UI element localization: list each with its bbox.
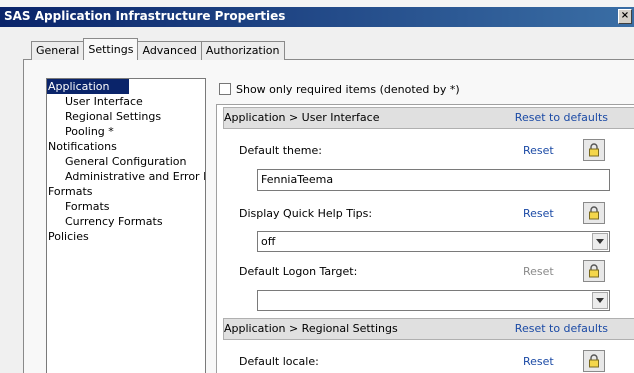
show-required-checkbox[interactable] xyxy=(219,83,231,95)
default-locale-label: Default locale: xyxy=(239,355,319,368)
tree-item-formats[interactable]: Formats xyxy=(47,184,205,199)
chevron-down-icon xyxy=(596,239,604,244)
tree-item-administrative-error[interactable]: Administrative and Error Me xyxy=(47,169,205,184)
window-titlebar[interactable]: SAS Application Infrastructure Propertie… xyxy=(0,7,634,27)
section-title: Application > Regional Settings xyxy=(224,322,398,335)
tree-item-policies[interactable]: Policies xyxy=(47,229,205,244)
quick-help-select[interactable]: off xyxy=(257,231,610,252)
show-required-label: Show only required items (denoted by *) xyxy=(236,82,460,96)
tree-item-notifications[interactable]: Notifications xyxy=(47,139,205,154)
tab-strip: General Settings Advanced Authorization xyxy=(31,38,285,60)
default-locale-lock-button[interactable] xyxy=(583,350,605,372)
default-locale-reset-link[interactable]: Reset xyxy=(523,355,554,368)
tree-item-user-interface[interactable]: User Interface xyxy=(47,94,205,109)
quick-help-lock-button[interactable] xyxy=(583,202,605,224)
tree-item-currency-formats[interactable]: Currency Formats xyxy=(47,214,205,229)
properties-panel: Application > User Interface Reset to de… xyxy=(216,104,634,373)
chevron-down-icon xyxy=(596,298,604,303)
lock-icon xyxy=(589,143,599,157)
tree-item-regional-settings[interactable]: Regional Settings xyxy=(47,109,205,124)
logon-target-dropdown-button[interactable] xyxy=(592,292,608,309)
logon-target-lock-button[interactable] xyxy=(583,260,605,282)
quick-help-reset-link[interactable]: Reset xyxy=(523,207,554,220)
tree-item-general-configuration[interactable]: General Configuration xyxy=(47,154,205,169)
reset-to-defaults-link[interactable]: Reset to defaults xyxy=(515,108,608,128)
logon-target-reset-link[interactable]: Reset xyxy=(523,265,554,278)
close-icon: × xyxy=(620,10,630,21)
lock-icon xyxy=(589,264,599,278)
quick-help-dropdown-button[interactable] xyxy=(592,233,608,250)
default-theme-label: Default theme: xyxy=(239,144,322,157)
close-button[interactable]: × xyxy=(618,9,632,24)
lock-icon xyxy=(589,206,599,220)
settings-tree: Application User Interface Regional Sett… xyxy=(46,78,206,373)
tab-settings[interactable]: Settings xyxy=(83,38,139,60)
lock-icon xyxy=(589,354,599,368)
tab-advanced[interactable]: Advanced xyxy=(137,41,202,60)
window-title: SAS Application Infrastructure Propertie… xyxy=(4,9,286,23)
quick-help-value: off xyxy=(261,235,276,248)
tree-item-formats-child[interactable]: Formats xyxy=(47,199,205,214)
quick-help-label: Display Quick Help Tips: xyxy=(239,207,373,220)
section-header-regional-settings: Application > Regional Settings Reset to… xyxy=(223,318,634,340)
tree-item-application[interactable]: Application xyxy=(47,79,129,94)
section-header-user-interface: Application > User Interface Reset to de… xyxy=(223,107,634,129)
tab-general[interactable]: General xyxy=(31,41,85,60)
show-required-row[interactable]: Show only required items (denoted by *) xyxy=(219,81,460,97)
section-title: Application > User Interface xyxy=(224,111,380,124)
reset-to-defaults-link[interactable]: Reset to defaults xyxy=(515,319,608,339)
logon-target-select[interactable] xyxy=(257,290,610,311)
logon-target-label: Default Logon Target: xyxy=(239,265,358,278)
tree-item-pooling[interactable]: Pooling * xyxy=(47,124,205,139)
default-theme-reset-link[interactable]: Reset xyxy=(523,144,554,157)
default-theme-lock-button[interactable] xyxy=(583,139,605,161)
default-theme-input[interactable]: FenniaTeema xyxy=(257,169,610,191)
tab-authorization[interactable]: Authorization xyxy=(200,41,285,60)
top-strip xyxy=(0,0,634,7)
